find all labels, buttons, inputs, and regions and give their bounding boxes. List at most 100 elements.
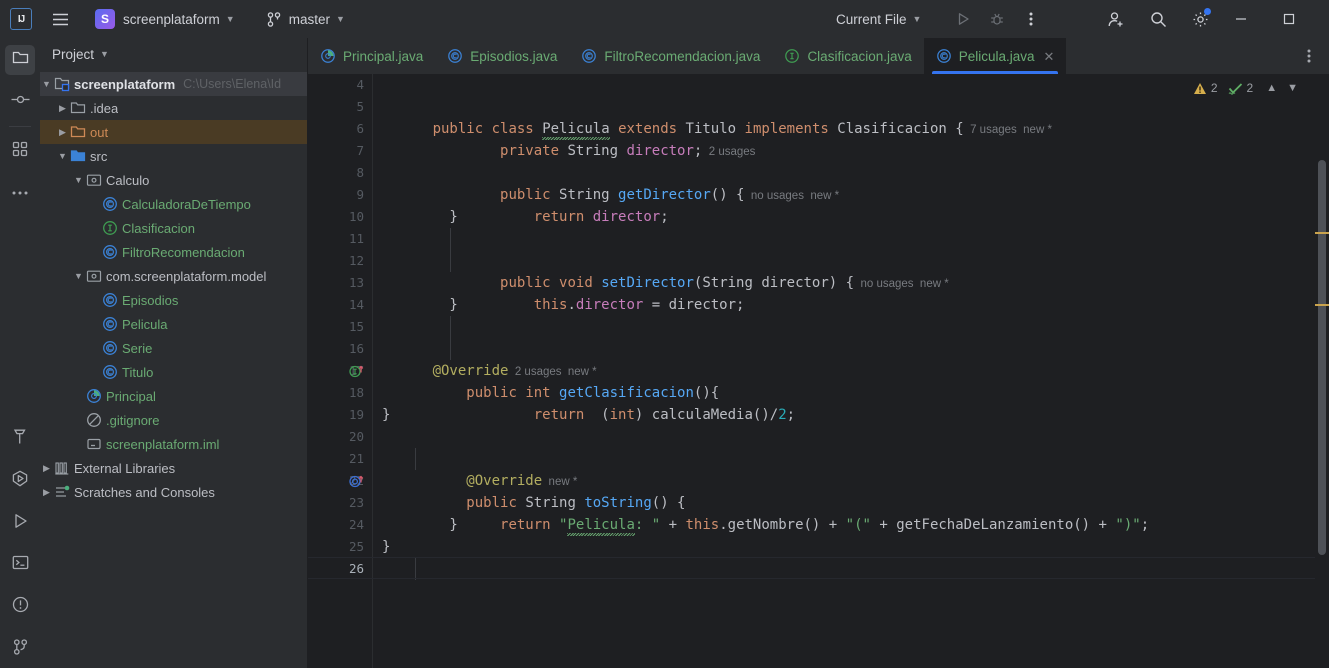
- line-number[interactable]: 9: [356, 184, 364, 206]
- tree-item-filtrorecomendacion[interactable]: FiltroRecomendacion: [40, 240, 308, 264]
- line-number[interactable]: 25: [349, 536, 364, 558]
- tree-item-principal[interactable]: Principal: [40, 384, 308, 408]
- gear-icon[interactable]: [1185, 4, 1215, 34]
- maximize-icon[interactable]: [1274, 4, 1304, 34]
- overriding-method-icon[interactable]: [348, 470, 365, 492]
- tree-item-gitignore[interactable]: .gitignore: [40, 408, 308, 432]
- class-icon: [447, 48, 463, 64]
- line-number[interactable]: 14: [349, 294, 364, 316]
- editor-tab-clasificacion-java[interactable]: Clasificacion.java: [772, 38, 923, 74]
- problems-tool-window-button[interactable]: [5, 592, 35, 622]
- line-number[interactable]: 6: [356, 118, 364, 140]
- search-icon[interactable]: [1143, 4, 1173, 34]
- vcs-branch-selector[interactable]: master ▼: [261, 6, 351, 32]
- line-number[interactable]: 8: [356, 162, 364, 184]
- commit-tool-window-button[interactable]: [5, 87, 35, 117]
- tree-item-titulo[interactable]: Titulo: [40, 360, 308, 384]
- tab-list-options-icon[interactable]: [1297, 38, 1321, 74]
- tree-item-serie[interactable]: Serie: [40, 336, 308, 360]
- tree-item-out[interactable]: ▶ out: [40, 120, 308, 144]
- add-user-icon[interactable]: [1101, 4, 1131, 34]
- chevron-down-icon[interactable]: ▼: [100, 49, 109, 59]
- run-configuration-selector[interactable]: Current File ▼: [830, 6, 927, 32]
- tree-item-calculo[interactable]: ▼ Calculo: [40, 168, 308, 192]
- folder-icon: [69, 100, 87, 116]
- chevron-right-icon[interactable]: ▶: [40, 487, 53, 497]
- warning-triangle-icon[interactable]: [1193, 82, 1207, 95]
- editor-tab-principal-java[interactable]: Principal.java: [308, 38, 435, 74]
- package-icon: [85, 172, 103, 188]
- close-icon[interactable]: ✕: [1044, 50, 1055, 63]
- editor-tab-pelicula-java[interactable]: Pelicula.java ✕: [923, 38, 1067, 74]
- tree-item-screenplataform-iml[interactable]: screenplataform.iml: [40, 432, 308, 456]
- chevron-down-icon[interactable]: ▼: [40, 79, 53, 89]
- editor-tab-episodios-java[interactable]: Episodios.java: [435, 38, 569, 74]
- code-line: }: [382, 297, 458, 313]
- project-panel-header[interactable]: Project ▼: [40, 38, 308, 70]
- run-icon[interactable]: [948, 4, 978, 34]
- debug-icon[interactable]: [982, 4, 1012, 34]
- version-control-tool-window-button[interactable]: [5, 634, 35, 664]
- project-tool-window-button[interactable]: [5, 45, 35, 75]
- tree-item-idea[interactable]: ▶ .idea: [40, 96, 308, 120]
- code-editor[interactable]: 4 5 6 7 8 9 10 11 12 13 14 15 16 17 18 19 20 21 22 23 24 25 26…: [308, 74, 1329, 668]
- project-selector[interactable]: S screenplataform ▼: [79, 6, 241, 32]
- line-number[interactable]: 5: [356, 96, 364, 118]
- line-number[interactable]: 7: [356, 140, 364, 162]
- branch-icon: [13, 638, 28, 660]
- coverage-tool-window-button[interactable]: [5, 466, 35, 496]
- tree-item-src[interactable]: ▼ src: [40, 144, 308, 168]
- tree-item-com-screenplataform-model[interactable]: ▼ com.screenplataform.model: [40, 264, 308, 288]
- line-number[interactable]: 10: [349, 206, 364, 228]
- more-vertical-icon[interactable]: [1016, 4, 1046, 34]
- line-number[interactable]: 23: [349, 492, 364, 514]
- folder-icon: [12, 50, 29, 70]
- line-number[interactable]: 4: [356, 74, 364, 96]
- line-number[interactable]: 24: [349, 514, 364, 536]
- line-number[interactable]: 13: [349, 272, 364, 294]
- implementing-method-icon[interactable]: [348, 360, 365, 382]
- warning-marker-2[interactable]: [1315, 304, 1329, 306]
- chevron-down-icon[interactable]: ▼: [72, 271, 85, 281]
- line-number[interactable]: 11: [349, 228, 364, 250]
- tree-item-clasificacion[interactable]: Clasificacion: [40, 216, 308, 240]
- tree-item-episodios[interactable]: Episodios: [40, 288, 308, 312]
- tree-item-external-libraries[interactable]: ▶ External Libraries: [40, 456, 308, 480]
- line-number[interactable]: 12: [349, 250, 364, 272]
- chevron-right-icon[interactable]: ▶: [40, 463, 53, 473]
- line-number[interactable]: 21: [349, 448, 364, 470]
- build-tool-window-button[interactable]: [5, 424, 35, 454]
- editor-tab-filtrorecomendacion-java[interactable]: FiltroRecomendacion.java: [569, 38, 772, 74]
- editor-scrollbar-thumb[interactable]: [1318, 160, 1326, 555]
- chevron-up-icon[interactable]: ▲: [1263, 82, 1280, 94]
- chevron-right-icon[interactable]: ▶: [56, 103, 69, 113]
- run-tool-window-button[interactable]: [5, 508, 35, 538]
- structure-tool-window-button[interactable]: [5, 136, 35, 166]
- chevron-down-icon[interactable]: ▼: [56, 151, 69, 161]
- minimize-icon[interactable]: [1226, 4, 1256, 34]
- more-tool-windows-button[interactable]: [5, 176, 35, 206]
- tree-item-label: src: [90, 148, 108, 164]
- code-line: public String getDirector() { no usages …: [500, 187, 840, 203]
- chevron-down-icon[interactable]: ▼: [1284, 82, 1301, 94]
- line-number[interactable]: 19: [349, 404, 364, 426]
- warning-marker-1[interactable]: [1315, 232, 1329, 234]
- check-count: 2: [1246, 81, 1254, 95]
- structure-icon: [12, 141, 28, 162]
- tree-item-screenplataform[interactable]: ▼ screenplataform C:\Users\Elena\Id: [40, 72, 308, 96]
- tree-item-scratches-and-consoles[interactable]: ▶ Scratches and Consoles: [40, 480, 308, 504]
- main-menu-hamburger-icon[interactable]: [45, 4, 75, 34]
- inspection-widget[interactable]: 2 2 ▲ ▼: [1193, 78, 1301, 98]
- chevron-down-icon[interactable]: ▼: [72, 175, 85, 185]
- terminal-tool-window-button[interactable]: [5, 550, 35, 580]
- line-number[interactable]: 15: [349, 316, 364, 338]
- tree-item-pelicula[interactable]: Pelicula: [40, 312, 308, 336]
- chevron-right-icon[interactable]: ▶: [56, 127, 69, 137]
- code-line: public class Pelicula extends Titulo imp…: [432, 121, 1052, 137]
- editor-marker-track[interactable]: [1315, 74, 1329, 668]
- line-number[interactable]: 16: [349, 338, 364, 360]
- line-number[interactable]: 18: [349, 382, 364, 404]
- tree-item-calculadoradetiempo[interactable]: CalculadoraDeTiempo: [40, 192, 308, 216]
- line-number[interactable]: 20: [349, 426, 364, 448]
- check-squiggle-icon[interactable]: [1228, 82, 1243, 95]
